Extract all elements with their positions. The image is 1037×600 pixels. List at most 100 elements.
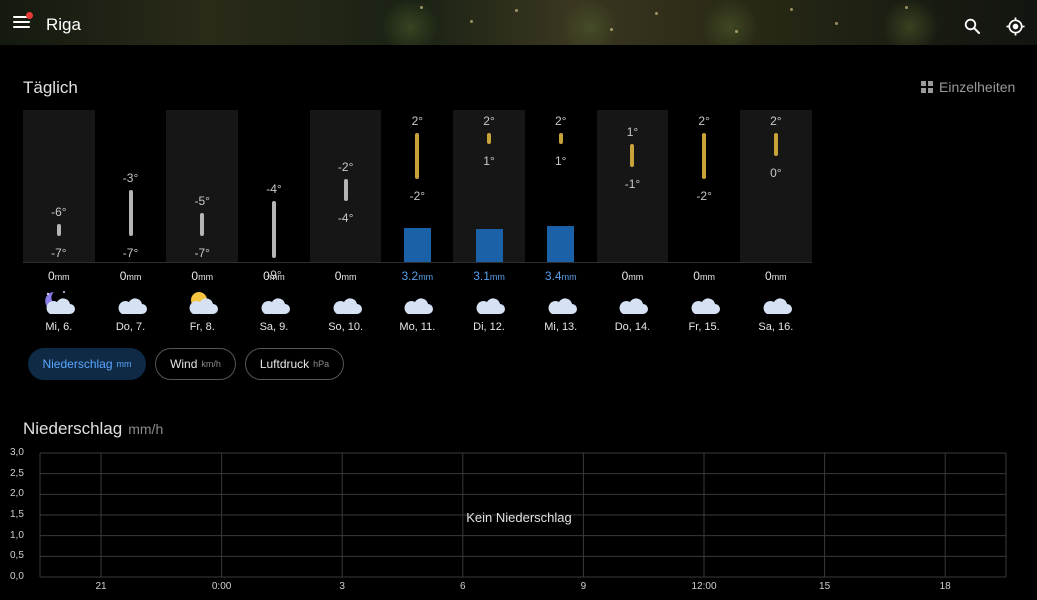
y-tick-label: 2,0 <box>10 488 24 500</box>
low-temp: -2° <box>696 188 712 203</box>
day-column[interactable]: 2° -2° <box>382 110 454 262</box>
precip-amount-unit: mm <box>418 272 434 282</box>
day-column[interactable]: 2° -2° <box>668 110 740 262</box>
cloud-icon <box>615 289 649 317</box>
day-summary[interactable]: 0mm Do, 14. <box>597 269 669 333</box>
precip-bar <box>547 226 575 262</box>
cloud-icon <box>114 289 148 317</box>
cloud-icon <box>329 289 363 317</box>
grid-icon <box>921 81 933 93</box>
chip-label: Luftdruck <box>259 357 310 371</box>
day-column[interactable]: -3° -7° <box>95 110 167 262</box>
precip-amount: 0mm <box>95 269 167 285</box>
high-temp: -2° <box>337 159 354 174</box>
precip-amount-unit: mm <box>54 272 70 282</box>
x-tick-label: 3 <box>339 581 345 592</box>
precip-amount-unit: mm <box>126 272 142 282</box>
precip-amount-unit: mm <box>628 272 644 282</box>
day-summary[interactable]: 0mm Sa, 16. <box>740 269 812 333</box>
day-summary[interactable]: 3.2mm Mo, 11. <box>382 269 454 333</box>
day-summary[interactable]: 0mm So, 10. <box>310 269 382 333</box>
search-icon[interactable] <box>964 18 980 34</box>
day-column[interactable]: 2° 1° <box>453 110 525 262</box>
precip-amount-value: 0 <box>48 269 55 283</box>
high-temp: 2° <box>483 114 495 128</box>
city-title[interactable]: Riga <box>46 15 81 35</box>
high-temp: -3° <box>122 171 139 185</box>
chip-unit: km/h <box>201 359 221 369</box>
high-temp: -4° <box>266 182 282 197</box>
chip-luftdruck[interactable]: Luftdruck hPa <box>245 348 344 380</box>
chip-wind[interactable]: Wind km/h <box>155 348 236 380</box>
temp-range-bar <box>702 133 707 179</box>
low-temp: 1° <box>483 154 495 169</box>
precip-bar <box>475 229 503 262</box>
high-temp: 2° <box>554 114 567 128</box>
precip-amount: 3.2mm <box>382 269 454 285</box>
day-summary[interactable]: 0mm Sa, 9. <box>238 269 310 333</box>
cloud-icon <box>472 289 506 317</box>
high-temp: 2° <box>411 114 424 128</box>
day-summary[interactable]: 0mm Fr, 8. <box>166 269 238 333</box>
day-column[interactable]: -2° -4° <box>309 110 382 262</box>
day-column[interactable]: 1° -1° <box>596 110 669 262</box>
daily-baseline <box>23 262 812 263</box>
day-summary[interactable]: 0mm Fr, 15. <box>668 269 740 333</box>
cloud-icon <box>257 289 291 317</box>
day-column[interactable]: -6° -7° <box>23 110 95 262</box>
low-temp: -2° <box>409 188 426 203</box>
notification-dot <box>26 12 33 19</box>
precip-amount: 0mm <box>23 269 95 285</box>
precip-chart-title: Niederschlag mm/h <box>23 419 163 439</box>
day-summary[interactable]: 3.1mm Di, 12. <box>453 269 525 333</box>
low-temp: -4° <box>337 211 354 226</box>
day-label: Do, 14. <box>614 321 651 333</box>
day-column[interactable]: 2° 1° <box>525 110 597 262</box>
high-temp: 1° <box>626 125 639 140</box>
temp-range-bar <box>343 178 348 202</box>
day-summary[interactable]: 0mm Do, 7. <box>95 269 167 333</box>
day-label: Di, 12. <box>473 321 505 333</box>
day-column[interactable]: -4° -9° <box>238 110 310 282</box>
day-summary[interactable]: 3.4mm Mi, 13. <box>525 269 597 333</box>
day-label: So, 10. <box>328 321 364 333</box>
day-label: Fr, 15. <box>688 321 720 333</box>
high-temp: 2° <box>698 114 710 128</box>
header-banner: Riga <box>0 0 1037 45</box>
precip-amount: 3.4mm <box>525 269 597 285</box>
temp-range-bar <box>487 133 492 145</box>
precip-amount-unit: mm <box>489 272 505 282</box>
precip-amount-unit: mm <box>269 272 285 282</box>
temp-range-bar <box>773 133 778 156</box>
y-tick-label: 0,0 <box>10 571 24 582</box>
precip-amount-value: 0 <box>765 269 772 283</box>
precip-chart-unit: mm/h <box>128 421 164 437</box>
x-tick-label: 0:00 <box>211 581 232 592</box>
low-temp: -7° <box>194 245 210 260</box>
temp-range-bar <box>56 224 61 236</box>
day-column[interactable]: -5° -7° <box>166 110 239 262</box>
x-tick-label: 9 <box>580 581 587 592</box>
day-label: Sa, 9. <box>259 321 289 333</box>
low-temp: -7° <box>122 245 139 260</box>
sun-cloud-icon <box>185 289 219 317</box>
day-label: Fr, 8. <box>189 321 215 333</box>
high-temp: 2° <box>770 114 782 128</box>
temp-range-bar <box>558 133 563 145</box>
menu-icon[interactable] <box>13 12 33 30</box>
y-tick-label: 2,5 <box>10 467 24 479</box>
precip-amount-unit: mm <box>771 272 787 282</box>
my-location-icon[interactable] <box>1006 17 1025 36</box>
high-temp: -5° <box>194 193 210 208</box>
precip-amount-value: 0 <box>263 269 270 283</box>
day-label: Do, 7. <box>115 321 146 333</box>
day-column[interactable]: 2° 0° <box>740 110 812 262</box>
y-tick-label: 0,5 <box>10 550 24 562</box>
precip-amount-value: 3.2 <box>401 269 419 283</box>
day-summary[interactable]: 0mm Mi, 6. <box>23 269 95 333</box>
chip-niederschlag[interactable]: Niederschlag mm <box>28 348 146 380</box>
x-tick-label: 6 <box>460 581 466 592</box>
chip-unit: mm <box>116 359 132 369</box>
daily-forecast: -6° -7° 0mm Mi, 6. -3° -7° 0mm Do, 7. -5° -7° 0mm F… <box>23 110 812 340</box>
details-button[interactable]: Einzelheiten <box>921 79 1015 95</box>
